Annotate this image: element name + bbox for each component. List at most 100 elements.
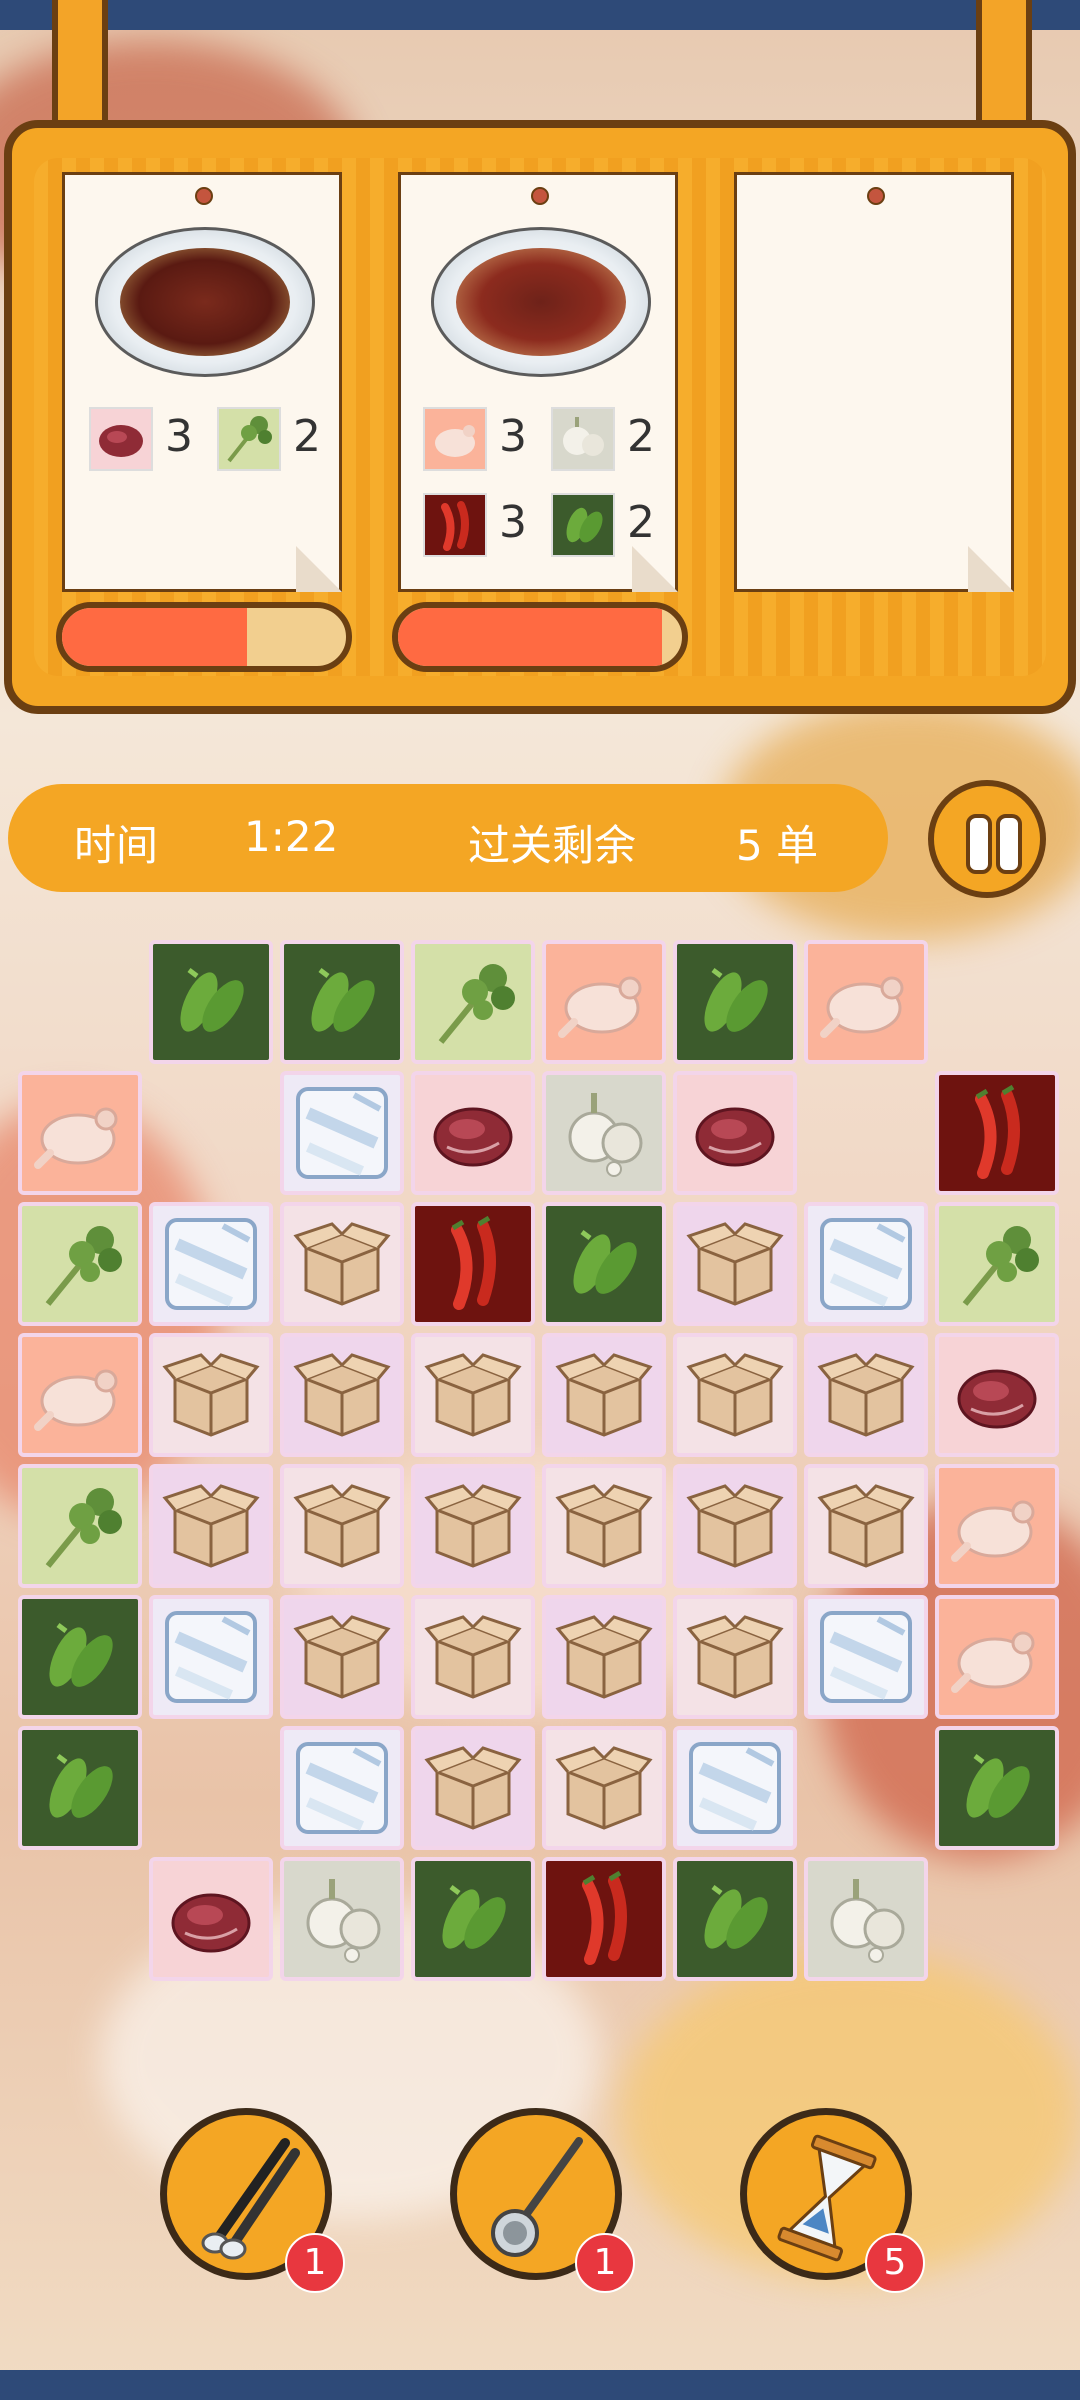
order-1-ingredient-2: 2 bbox=[217, 407, 337, 471]
tile-ice[interactable] bbox=[280, 1071, 404, 1195]
garlic-icon bbox=[830, 1879, 905, 1963]
chili-icon bbox=[423, 493, 487, 557]
tile-box[interactable] bbox=[280, 1464, 404, 1588]
tile-garlic[interactable] bbox=[542, 1071, 666, 1195]
tile-box[interactable] bbox=[673, 1595, 797, 1719]
tile-box[interactable] bbox=[804, 1333, 928, 1457]
ice-block-icon bbox=[165, 1218, 257, 1310]
tile-pepper[interactable] bbox=[411, 1857, 535, 1981]
tile-chili[interactable] bbox=[935, 1071, 1059, 1195]
tile-pepper[interactable] bbox=[542, 1202, 666, 1326]
tile-garlic[interactable] bbox=[804, 1857, 928, 1981]
remaining-value: 5 单 bbox=[736, 821, 819, 870]
page-curl bbox=[968, 546, 1014, 592]
tongs-count-badge: 1 bbox=[285, 2233, 345, 2293]
tile-ice[interactable] bbox=[280, 1726, 404, 1850]
ice-block-icon bbox=[689, 1742, 781, 1834]
chicken-icon bbox=[820, 976, 904, 1038]
tile-ice[interactable] bbox=[804, 1202, 928, 1326]
tile-beef[interactable] bbox=[411, 1071, 535, 1195]
tile-box[interactable] bbox=[280, 1333, 404, 1457]
tile-box[interactable] bbox=[149, 1333, 273, 1457]
cardboard-box-icon bbox=[686, 1484, 784, 1568]
tile-pepper[interactable] bbox=[673, 940, 797, 1064]
tile-chicken[interactable] bbox=[18, 1333, 142, 1457]
cardboard-box-icon bbox=[293, 1353, 391, 1437]
tile-pepper[interactable] bbox=[935, 1726, 1059, 1850]
strainer-icon bbox=[491, 2137, 583, 2257]
tile-box[interactable] bbox=[411, 1726, 535, 1850]
tile-box[interactable] bbox=[280, 1202, 404, 1326]
strainer-tool-button[interactable]: 1 bbox=[450, 2108, 635, 2293]
tile-chili[interactable] bbox=[542, 1857, 666, 1981]
tile-chicken[interactable] bbox=[18, 1071, 142, 1195]
tile-pepper[interactable] bbox=[149, 940, 273, 1064]
ice-block-icon bbox=[296, 1087, 388, 1179]
cilantro-icon bbox=[217, 407, 281, 471]
tile-box[interactable] bbox=[542, 1726, 666, 1850]
tile-pepper[interactable] bbox=[673, 1857, 797, 1981]
tile-pepper[interactable] bbox=[18, 1726, 142, 1850]
tile-cilantro[interactable] bbox=[18, 1464, 142, 1588]
tile-box[interactable] bbox=[411, 1464, 535, 1588]
tile-box[interactable] bbox=[673, 1333, 797, 1457]
tile-box[interactable] bbox=[673, 1202, 797, 1326]
tile-chicken[interactable] bbox=[935, 1595, 1059, 1719]
tile-cilantro[interactable] bbox=[935, 1202, 1059, 1326]
tile-beef[interactable] bbox=[935, 1333, 1059, 1457]
tile-pepper[interactable] bbox=[280, 940, 404, 1064]
tile-box[interactable] bbox=[542, 1333, 666, 1457]
order-2-ingredient-3: 3 bbox=[423, 493, 543, 557]
green-pepper-icon bbox=[442, 1885, 506, 1949]
green-pepper-icon bbox=[704, 968, 768, 1032]
page-curl bbox=[632, 546, 678, 592]
tile-box[interactable] bbox=[411, 1595, 535, 1719]
hourglass-count-badge: 5 bbox=[865, 2233, 925, 2293]
tile-garlic[interactable] bbox=[280, 1857, 404, 1981]
tile-box[interactable] bbox=[149, 1464, 273, 1588]
order-card-3-empty bbox=[734, 172, 1014, 592]
tile-ice[interactable] bbox=[149, 1595, 273, 1719]
cardboard-box-icon bbox=[555, 1353, 653, 1437]
ingredient-count: 3 bbox=[165, 411, 193, 462]
tile-cilantro[interactable] bbox=[18, 1202, 142, 1326]
tile-ice[interactable] bbox=[149, 1202, 273, 1326]
tile-beef[interactable] bbox=[149, 1857, 273, 1981]
tile-chili[interactable] bbox=[411, 1202, 535, 1326]
tile-pepper[interactable] bbox=[18, 1595, 142, 1719]
hourglass-tool-button[interactable]: 5 bbox=[740, 2108, 925, 2293]
tile-beef[interactable] bbox=[673, 1071, 797, 1195]
tile-box[interactable] bbox=[804, 1464, 928, 1588]
cardboard-box-icon bbox=[293, 1222, 391, 1306]
ice-block-icon bbox=[820, 1218, 912, 1310]
pause-icon bbox=[966, 814, 992, 874]
tile-ice[interactable] bbox=[804, 1595, 928, 1719]
cilantro-icon bbox=[962, 1226, 1039, 1306]
tongs-tool-button[interactable]: 1 bbox=[160, 2108, 345, 2293]
tile-ice[interactable] bbox=[673, 1726, 797, 1850]
pause-button[interactable] bbox=[928, 780, 1046, 898]
ingredient-count: 2 bbox=[293, 411, 321, 462]
cilantro-icon bbox=[45, 1488, 122, 1568]
tile-cilantro[interactable] bbox=[411, 940, 535, 1064]
remaining-label: 过关剩余 bbox=[468, 821, 637, 870]
tile-chicken[interactable] bbox=[804, 940, 928, 1064]
green-pepper-icon bbox=[966, 1754, 1030, 1818]
chili-icon bbox=[975, 1084, 1020, 1179]
tile-box[interactable] bbox=[280, 1595, 404, 1719]
green-pepper-icon bbox=[49, 1754, 113, 1818]
order-card-2[interactable]: 3 2 3 2 bbox=[398, 172, 678, 592]
tile-box[interactable] bbox=[542, 1464, 666, 1588]
green-pepper-icon bbox=[49, 1623, 113, 1687]
tile-box[interactable] bbox=[673, 1464, 797, 1588]
ingredient-count: 2 bbox=[627, 411, 655, 462]
top-system-bar bbox=[0, 0, 1080, 30]
order-card-1[interactable]: 3 2 bbox=[62, 172, 342, 592]
tile-chicken[interactable] bbox=[542, 940, 666, 1064]
tile-box[interactable] bbox=[542, 1595, 666, 1719]
time-label: 时间 bbox=[74, 821, 159, 870]
tile-chicken[interactable] bbox=[935, 1464, 1059, 1588]
chicken-icon bbox=[34, 1107, 118, 1169]
ice-block-icon bbox=[165, 1611, 257, 1703]
tile-box[interactable] bbox=[411, 1333, 535, 1457]
